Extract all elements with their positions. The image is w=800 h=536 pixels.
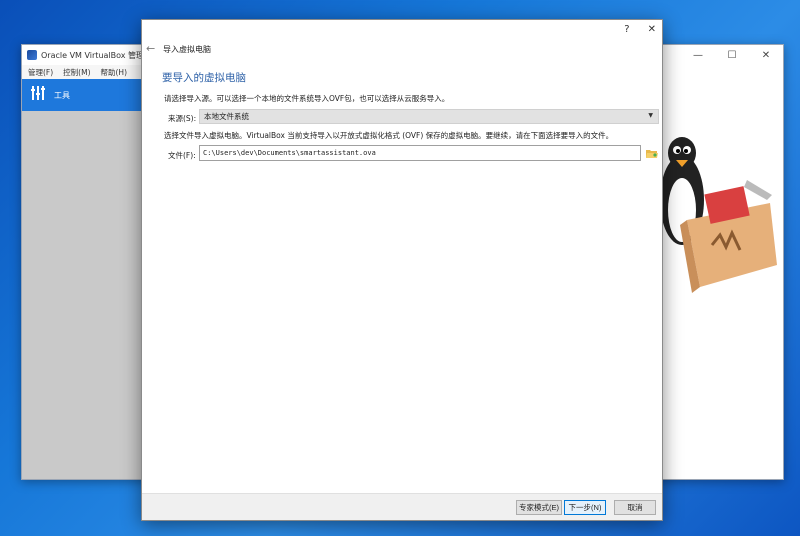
dialog-close-button[interactable]: ✕ <box>648 24 656 35</box>
file-path-input[interactable]: C:\Users\dev\Documents\smartassistant.ov… <box>199 145 641 161</box>
source-select-value: 本地文件系统 <box>204 112 249 121</box>
manager-menubar: 管理(F) 控制(M) 帮助(H) <box>22 65 141 79</box>
description-text: 选择文件导入虚拟电脑。VirtualBox 当前支持导入以开放式虚拟化格式 (O… <box>164 131 614 140</box>
menu-machine[interactable]: 控制(M) <box>63 67 90 78</box>
maximize-button[interactable]: ☐ <box>715 45 749 65</box>
cancel-button[interactable]: 取消 <box>614 500 656 515</box>
next-button[interactable]: 下一步(N) <box>564 500 606 515</box>
expert-mode-button[interactable]: 专家模式(E) <box>516 500 562 515</box>
folder-open-icon[interactable] <box>645 146 659 160</box>
file-label: 文件(F): <box>168 151 196 160</box>
minimize-button[interactable]: — <box>681 45 715 65</box>
menu-file[interactable]: 管理(F) <box>28 67 53 78</box>
dialog-footer: 专家模式(E) 下一步(N) 取消 <box>142 493 662 520</box>
chevron-down-icon: ▼ <box>648 112 653 119</box>
tools-item[interactable]: 工具 <box>22 79 141 111</box>
manager-title: Oracle VM VirtualBox 管理器 <box>41 50 153 60</box>
import-appliance-dialog: ? ✕ ← 导入虚拟电脑 要导入的虚拟电脑 请选择导入源。可以选择一个本地的文件… <box>141 19 663 521</box>
manager-window-controls: — ☐ ✕ <box>681 45 783 65</box>
menu-help[interactable]: 帮助(H) <box>101 67 128 78</box>
help-button[interactable]: ? <box>624 24 629 35</box>
intro-text: 请选择导入源。可以选择一个本地的文件系统导入OVF包，也可以选择从云服务导入。 <box>164 94 450 103</box>
page-heading: 要导入的虚拟电脑 <box>162 72 246 84</box>
wizard-title: 导入虚拟电脑 <box>163 45 211 54</box>
dialog-titlebar[interactable]: ? ✕ <box>142 20 662 38</box>
tools-label: 工具 <box>54 90 70 100</box>
machine-list-pane[interactable] <box>22 111 141 479</box>
source-select[interactable]: 本地文件系统 ▼ <box>199 109 659 124</box>
back-arrow-icon[interactable]: ← <box>146 42 155 55</box>
penguin-toolbox-illustration <box>660 137 777 293</box>
source-label: 来源(S): <box>168 114 197 123</box>
tools-icon <box>30 85 46 105</box>
virtualbox-logo-icon <box>27 50 37 60</box>
close-button[interactable]: ✕ <box>749 45 783 65</box>
